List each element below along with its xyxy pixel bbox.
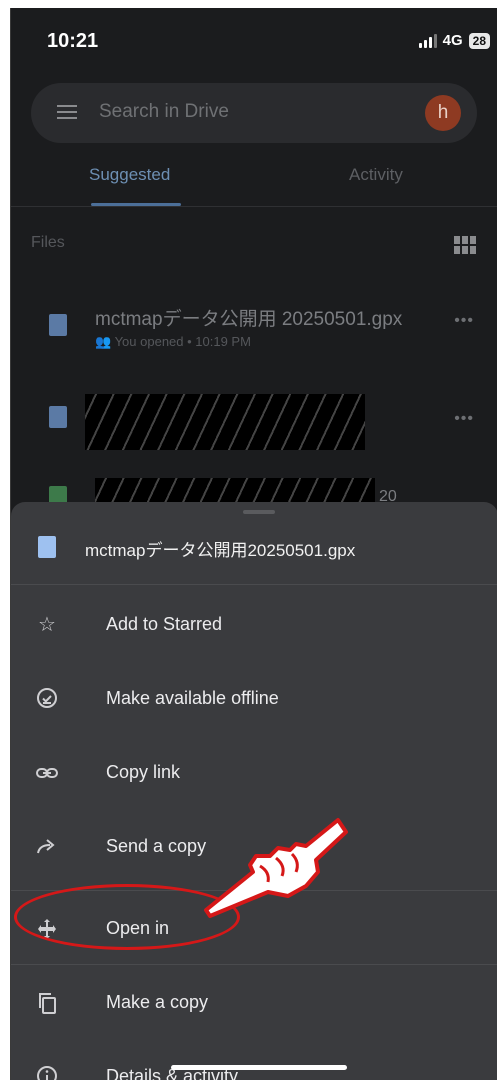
share-arrow-icon (35, 835, 59, 859)
offline-icon (35, 687, 59, 711)
menu-item-copy-link[interactable]: Copy link (11, 736, 497, 810)
status-time: 10:21 (47, 30, 99, 52)
status-indicators: 4G 28 (418, 32, 490, 49)
redacted-file-name (85, 394, 365, 450)
bottom-sheet: mctmapデータ公開用20250501.gpx ☆ Add to Starre… (11, 502, 497, 1080)
menu-item-label: Make available offline (106, 688, 279, 708)
menu-item-label: Send a copy (106, 836, 207, 856)
tab-suggested[interactable]: Suggested (89, 165, 170, 185)
document-icon (49, 406, 67, 428)
menu-item-label: Add to Starred (106, 614, 223, 634)
files-section-label: Files (31, 234, 65, 251)
copy-icon (35, 991, 59, 1015)
drag-handle[interactable] (243, 510, 275, 514)
divider (11, 206, 497, 207)
menu-item-label: Make a copy (106, 992, 209, 1012)
file-name: mctmapデータ公開用 20250501.gpx (95, 309, 403, 330)
info-icon (35, 1065, 59, 1080)
menu-item-details-and-activity[interactable]: Details & activity (11, 1040, 497, 1080)
home-indicator[interactable] (171, 1065, 347, 1070)
battery-icon: 28 (468, 32, 490, 49)
tab-activity[interactable]: Activity (349, 165, 403, 185)
file-meta-text: You opened • 10:19 PM (114, 334, 251, 349)
divider (11, 964, 497, 965)
divider (11, 584, 497, 585)
menu-item-make-available-offline[interactable]: Make available offline (11, 662, 497, 736)
avatar[interactable]: h (425, 95, 461, 131)
menu-item-make-a-copy[interactable]: Make a copy (11, 966, 497, 1040)
more-options-icon[interactable]: ••• (454, 312, 474, 330)
grid-view-icon[interactable] (454, 236, 476, 254)
star-icon: ☆ (38, 614, 56, 636)
file-row[interactable]: mctmapデータ公開用 20250501.gpx 👥 You opened •… (11, 298, 497, 358)
people-icon: 👥 (95, 334, 115, 349)
link-icon (35, 761, 59, 785)
search-bar[interactable]: Search in Drive h (31, 83, 477, 143)
sheet-file-name: mctmapデータ公開用20250501.gpx (85, 541, 356, 560)
file-icon (49, 314, 67, 336)
signal-icon (418, 33, 437, 48)
pointing-hand-icon (204, 818, 348, 918)
menu-item-add-to-starred[interactable]: ☆ Add to Starred (11, 588, 497, 662)
menu-icon[interactable] (57, 105, 77, 119)
network-label: 4G (442, 32, 463, 49)
file-meta: 👥 You opened • 10:19 PM (95, 334, 251, 350)
menu-item-label: Copy link (106, 762, 181, 782)
file-icon (38, 536, 56, 558)
file-row[interactable]: ••• (11, 390, 497, 450)
search-input[interactable]: Search in Drive (99, 101, 229, 123)
more-options-icon[interactable]: ••• (454, 410, 474, 428)
